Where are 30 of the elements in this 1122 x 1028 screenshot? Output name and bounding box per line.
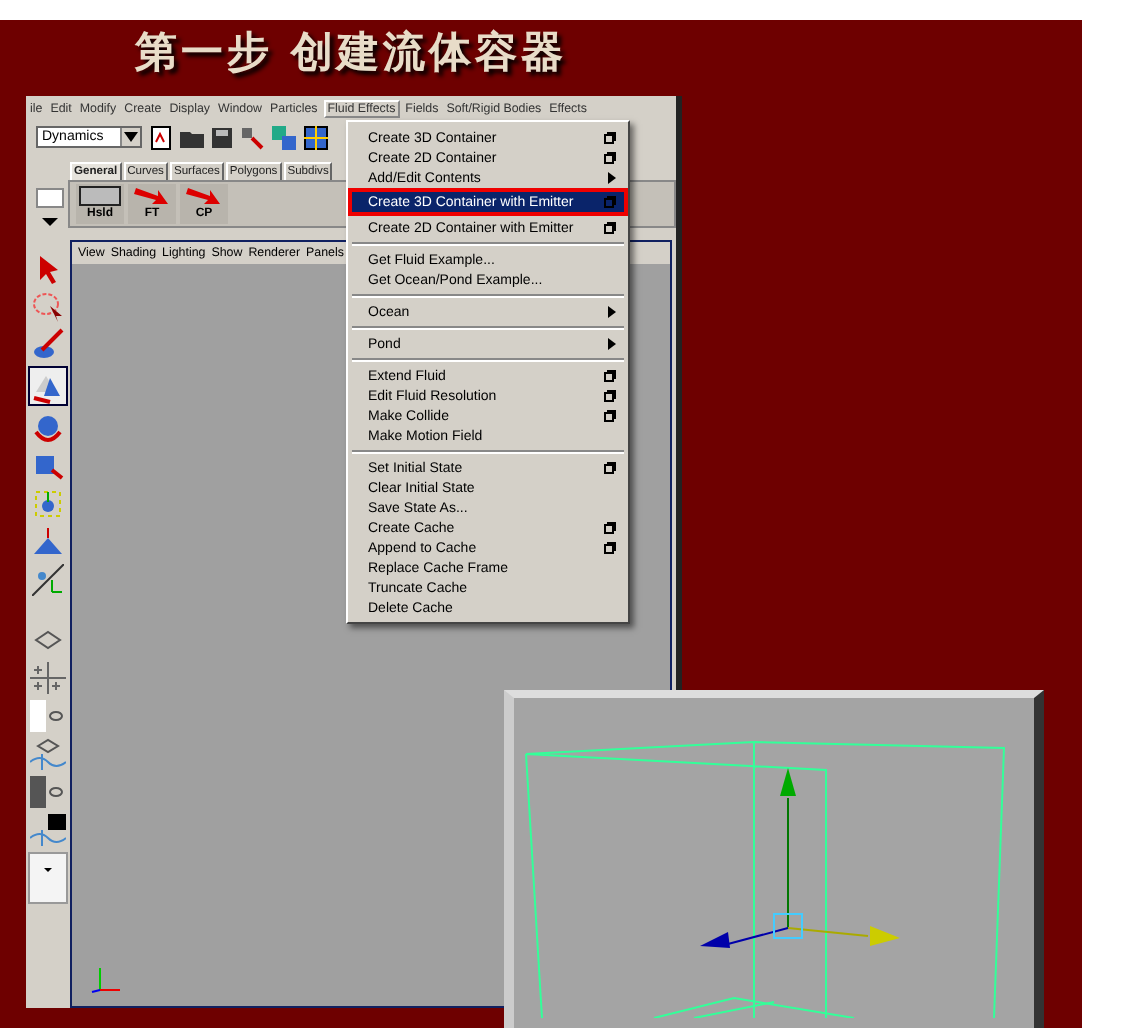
- four-view-layout-icon[interactable]: [30, 662, 66, 694]
- tutorial-title: 第一步 创建流体容器: [132, 24, 570, 80]
- cube-icon[interactable]: [32, 450, 64, 482]
- submenu-arrow-icon: [608, 338, 616, 350]
- dropdown-arrow-icon[interactable]: [124, 132, 138, 142]
- submenu-arrow-icon: [608, 172, 616, 184]
- move-tool-icon[interactable]: [28, 366, 68, 406]
- option-box-icon[interactable]: [604, 390, 616, 402]
- option-box-icon[interactable]: [604, 462, 616, 474]
- outliner-layout-icon[interactable]: [30, 700, 66, 732]
- option-box-icon[interactable]: [604, 522, 616, 534]
- option-box-icon[interactable]: [604, 222, 616, 234]
- graph-layout-icon[interactable]: [30, 738, 66, 770]
- lasso-icon[interactable]: [32, 290, 64, 322]
- paint-brush-icon[interactable]: [32, 328, 64, 360]
- submenu-arrow-icon: [608, 306, 616, 318]
- hypershade-layout-icon[interactable]: [30, 776, 66, 808]
- sphere-icon[interactable]: [32, 412, 64, 444]
- document-icon[interactable]: [150, 125, 172, 149]
- arrow-icon: [186, 185, 222, 205]
- arrow-icon: [134, 185, 170, 205]
- folder-icon[interactable]: [180, 127, 204, 147]
- render-layout-icon[interactable]: [30, 814, 66, 846]
- box-icon: [78, 185, 122, 205]
- option-box-icon[interactable]: [604, 152, 616, 164]
- option-box-icon[interactable]: [604, 370, 616, 382]
- grid-icon[interactable]: [304, 125, 328, 149]
- option-box-icon[interactable]: [604, 132, 616, 144]
- option-box-icon[interactable]: [604, 410, 616, 422]
- option-box-icon[interactable]: [604, 542, 616, 554]
